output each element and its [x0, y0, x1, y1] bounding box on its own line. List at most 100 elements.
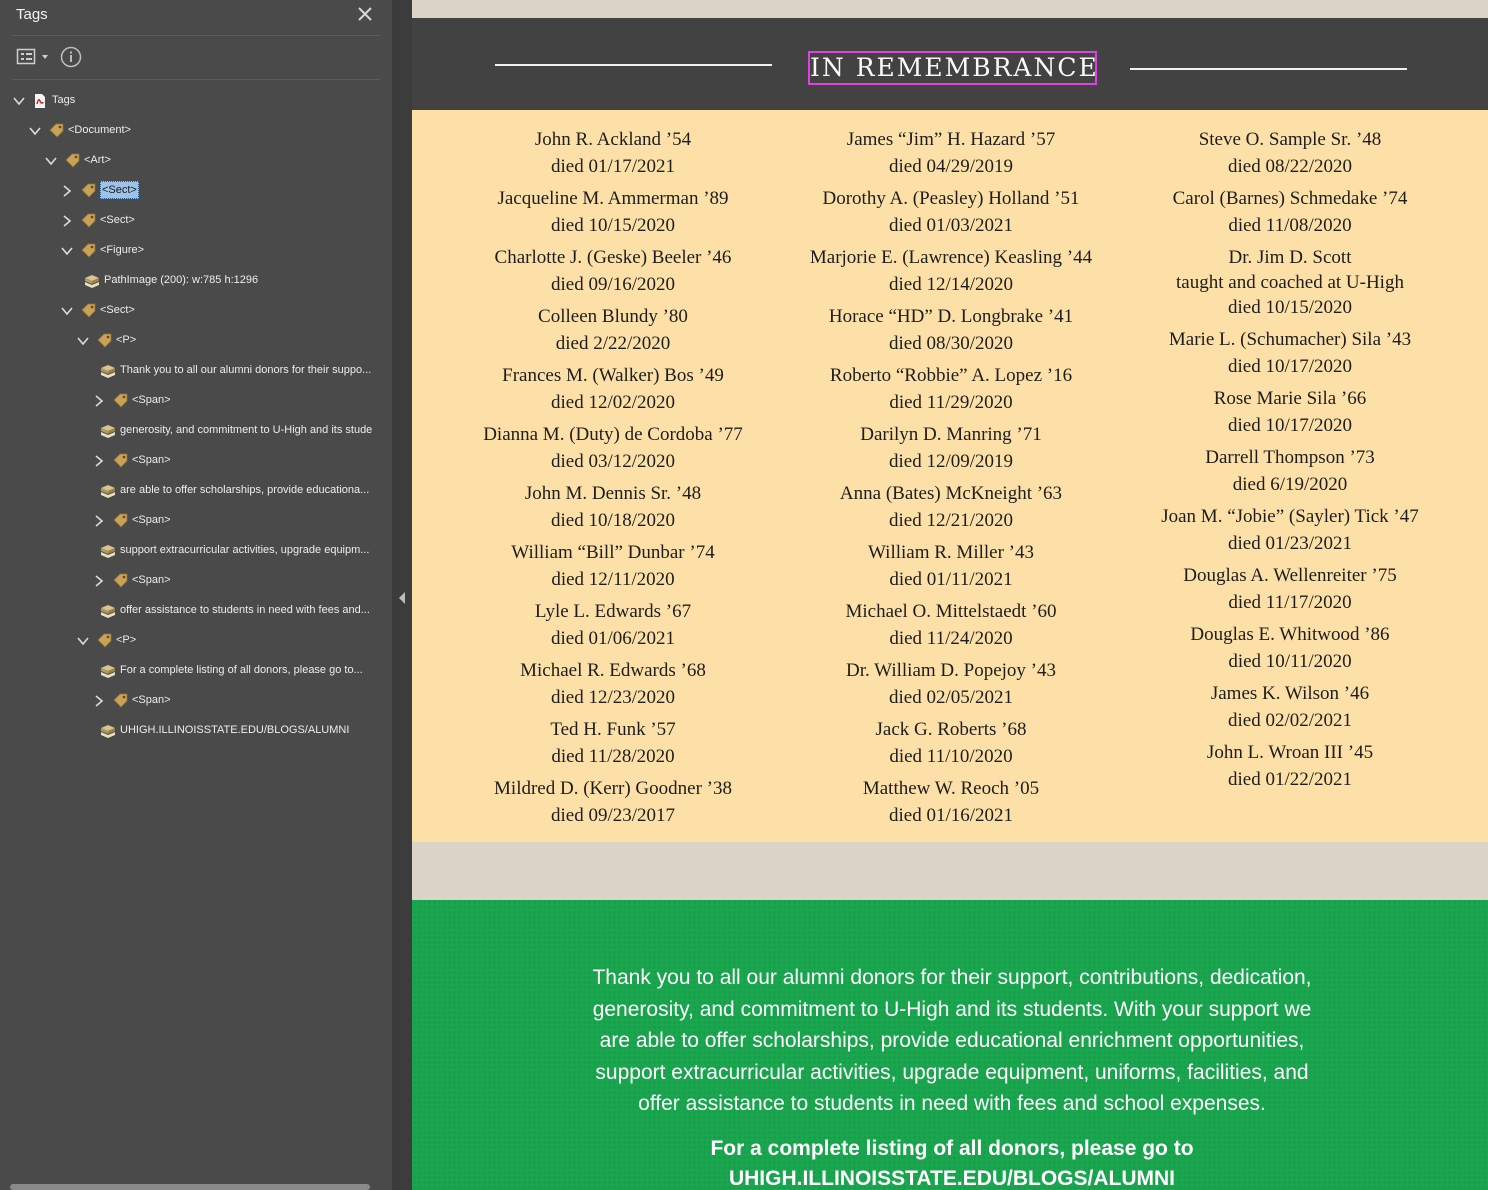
tag-tree-row[interactable]: offer assistance to students in need wit… — [0, 596, 390, 626]
memorial-name: Michael O. Mittelstaedt ’60 — [845, 601, 1057, 622]
tag-tree-label: <Document> — [68, 124, 131, 136]
tag-tree-label: <Figure> — [100, 244, 145, 256]
memorial-name: William R. Miller ’43 — [868, 542, 1034, 563]
memorial-died-date: died 08/30/2020 — [888, 333, 1014, 354]
tag-tree-row[interactable]: <Span> — [0, 446, 390, 476]
memorial-died-date: died 08/22/2020 — [1227, 156, 1353, 177]
chevron-right-icon[interactable] — [92, 394, 106, 408]
memorial-name: William “Bill” Dunbar ’74 — [511, 542, 715, 563]
tag-tree-label: UHIGH.ILLINOISSTATE.EDU/BLOGS/ALUMNI — [120, 724, 350, 736]
memorial-died-date: died 01/22/2021 — [1227, 769, 1353, 790]
tag-tree-row[interactable]: <P> — [0, 626, 390, 656]
tag-tree-row[interactable]: <P> — [0, 326, 390, 356]
tag-tree-row[interactable]: <Sect> — [0, 296, 390, 326]
panel-header: Tags — [0, 0, 393, 34]
tag-tree-row[interactable]: UHIGH.ILLINOISSTATE.EDU/BLOGS/ALUMNI — [0, 716, 390, 746]
chevron-down-icon[interactable] — [44, 154, 58, 168]
tag-tree-row[interactable]: <Span> — [0, 566, 390, 596]
chevron-down-icon[interactable] — [76, 634, 90, 648]
memorial-entry: Ted H. Funk ’57 died 11/28/2020 — [448, 716, 778, 770]
memorial-died-date: died 10/17/2020 — [1227, 356, 1353, 377]
memorial-died-date: died 10/18/2020 — [550, 510, 676, 531]
tag-tree-row[interactable]: <Sect> — [0, 206, 390, 236]
chevron-down-icon[interactable] — [12, 94, 26, 108]
close-icon[interactable] — [355, 4, 375, 24]
info-icon[interactable] — [60, 46, 82, 68]
chevron-right-icon[interactable] — [60, 214, 74, 228]
memorial-entry: Anna (Bates) McKneight ’63 died 12/21/202… — [786, 480, 1116, 534]
tag-tree-row[interactable]: Thank you to all our alumni donors for t… — [0, 356, 390, 386]
memorial-note: taught and coached at U-High — [1176, 272, 1404, 293]
memorial-entry: Joan M. “Jobie” (Sayler) Tick ’47 died 01… — [1125, 503, 1455, 557]
memorial-entry: William “Bill” Dunbar ’74 died 12/11/2020 — [448, 539, 778, 593]
tag-tree-row[interactable]: <Span> — [0, 386, 390, 416]
memorial-died-date: died 11/10/2020 — [889, 746, 1013, 767]
tag-tree-label: <P> — [116, 634, 137, 646]
tag-tree-label: are able to offer scholarships, provide … — [120, 484, 370, 496]
tag-tree-label: <Sect> — [100, 181, 139, 199]
tag-icon — [80, 213, 96, 229]
memorial-name: John L. Wroan III ’45 — [1206, 742, 1374, 763]
tag-tree-row[interactable]: PathImage (200): w:785 h:1296 — [0, 266, 390, 296]
tag-tree-row[interactable]: Tags — [0, 86, 390, 116]
options-menu-icon[interactable] — [16, 46, 52, 68]
memorial-name: Joan M. “Jobie” (Sayler) Tick ’47 — [1161, 506, 1419, 527]
tag-tree-row[interactable]: For a complete listing of all donors, pl… — [0, 656, 390, 686]
tag-tree-row[interactable]: are able to offer scholarships, provide … — [0, 476, 390, 506]
memorial-died-date: died 11/17/2020 — [1228, 592, 1352, 613]
memorial-name: Darrell Thompson ’73 — [1205, 447, 1375, 468]
chevron-down-icon[interactable] — [60, 244, 74, 258]
chevron-right-icon[interactable] — [92, 574, 106, 588]
tag-tree-row[interactable]: <Document> — [0, 116, 390, 146]
memorial-name: Dianna M. (Duty) de Cordoba ’77 — [483, 424, 743, 445]
tag-tree-row[interactable]: <Art> — [0, 146, 390, 176]
memorial-column-2: James “Jim” H. Hazard ’57 died 04/29/2019… — [786, 126, 1116, 834]
content-icon — [100, 483, 116, 499]
tag-tree-row[interactable]: <Sect> — [0, 176, 390, 206]
memorial-entry: Douglas E. Whitwood ’86 died 10/11/2020 — [1125, 621, 1455, 675]
memorial-died-date: died 12/02/2020 — [550, 392, 676, 413]
content-icon — [100, 543, 116, 559]
thanks-paragraph: Thank you to all our alumni donors for t… — [532, 962, 1372, 1120]
tag-tree-label: generosity, and commitment to U-High and… — [120, 424, 373, 436]
chevron-right-icon[interactable] — [92, 694, 106, 708]
memorial-died-date: died 01/11/2021 — [889, 569, 1013, 590]
tag-tree-label: <Art> — [84, 154, 111, 166]
chevron-right-icon[interactable] — [92, 514, 106, 528]
tag-icon — [64, 153, 80, 169]
memorial-died-date: died 01/03/2021 — [888, 215, 1014, 236]
horizontal-scrollbar[interactable] — [10, 1184, 370, 1190]
memorial-entry: James K. Wilson ’46 died 02/02/2021 — [1125, 680, 1455, 734]
memorial-name: Anna (Bates) McKneight ’63 — [839, 483, 1063, 504]
memorial-entry: John M. Dennis Sr. ’48 died 10/18/2020 — [448, 480, 778, 534]
tag-tree-row[interactable]: generosity, and commitment to U-High and… — [0, 416, 390, 446]
memorial-entry: Dr. William D. Popejoy ’43 died 02/05/202… — [786, 657, 1116, 711]
memorial-name: Jacqueline M. Ammerman ’89 — [497, 188, 729, 209]
collapse-panel-icon[interactable] — [394, 584, 410, 612]
tag-icon — [48, 123, 64, 139]
tag-tree-row[interactable]: support extracurricular activities, upgr… — [0, 536, 390, 566]
tag-tree-label: For a complete listing of all donors, pl… — [120, 664, 363, 676]
chevron-right-icon[interactable] — [60, 184, 74, 198]
memorial-name: Rose Marie Sila ’66 — [1213, 388, 1367, 409]
memorial-died-date: died 11/08/2020 — [1228, 215, 1352, 236]
section-title[interactable]: IN REMEMBRANCE — [808, 51, 1097, 85]
chevron-right-icon[interactable] — [92, 454, 106, 468]
tag-icon — [80, 183, 96, 199]
chevron-down-icon[interactable] — [76, 334, 90, 348]
chevron-down-icon[interactable] — [60, 304, 74, 318]
tag-tree-row[interactable]: <Figure> — [0, 236, 390, 266]
memorial-entry: Roberto “Robbie” A. Lopez ’16 died 11/29/… — [786, 362, 1116, 416]
chevron-down-icon[interactable] — [28, 124, 42, 138]
panel-title: Tags — [16, 6, 48, 23]
panel-divider — [12, 35, 380, 36]
tag-tree-row[interactable]: <Span> — [0, 686, 390, 716]
memorial-died-date: died 09/23/2017 — [550, 805, 676, 826]
tag-tree-row[interactable]: <Span> — [0, 506, 390, 536]
memorial-name: Dorothy A. (Peasley) Holland ’51 — [822, 188, 1080, 209]
memorial-died-date: died 02/05/2021 — [888, 687, 1014, 708]
memorial-entry: Darilyn D. Manring ’71 died 12/09/2019 — [786, 421, 1116, 475]
tag-tree-label: Tags — [52, 94, 76, 106]
tag-tree-label: support extracurricular activities, upgr… — [120, 544, 370, 556]
panel-divider — [12, 79, 380, 80]
